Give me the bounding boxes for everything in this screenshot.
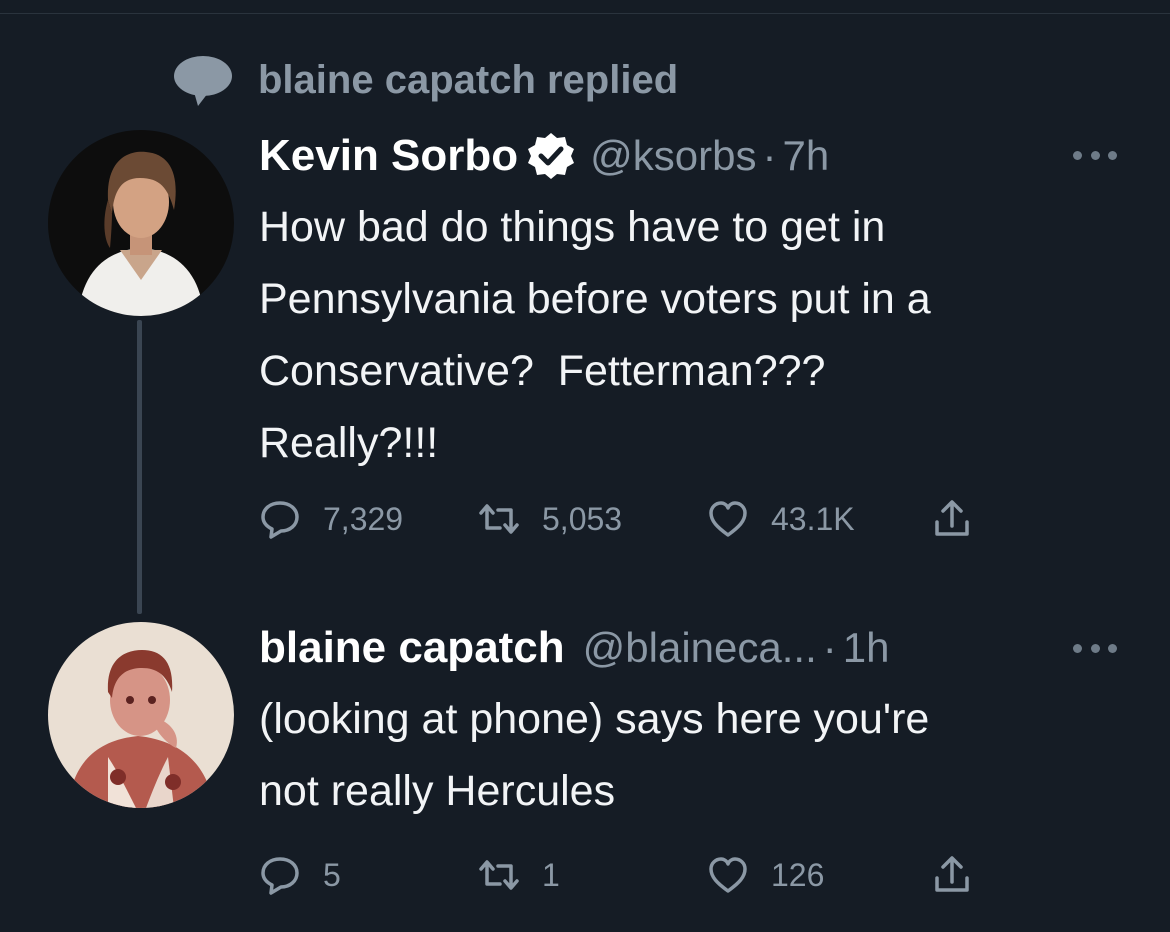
like-button[interactable]: 43.1K xyxy=(707,494,855,544)
avatar[interactable] xyxy=(48,130,234,316)
tweet-header: blaine capatch @blaineca... · 1h xyxy=(259,620,890,676)
reply-icon xyxy=(261,501,299,539)
speech-bubble-icon xyxy=(174,56,232,106)
author-name[interactable]: blaine capatch xyxy=(259,623,565,673)
reply-button[interactable]: 7,329 xyxy=(259,494,403,544)
heart-icon xyxy=(709,857,747,893)
avatar-image xyxy=(48,622,234,808)
tweet-text: How bad do things have to get in Pennsyl… xyxy=(259,203,931,467)
author-handle[interactable]: @ksorbs xyxy=(590,132,756,180)
reply-count: 7,329 xyxy=(323,500,404,537)
share-icon xyxy=(935,500,969,536)
author-handle[interactable]: @blaineca... xyxy=(583,624,817,672)
thread-line xyxy=(137,320,142,614)
verified-badge-icon xyxy=(528,133,575,179)
tweet-header: Kevin Sorbo @ksorbs · 7h xyxy=(259,128,829,184)
retweet-count: 5,053 xyxy=(542,500,623,537)
share-button[interactable] xyxy=(931,494,973,544)
tweet-time[interactable]: 1h xyxy=(843,624,890,672)
retweet-count: 1 xyxy=(542,856,560,893)
retweet-icon xyxy=(479,504,519,534)
separator-dot: · xyxy=(762,132,777,179)
context-text: blaine capatch replied xyxy=(258,58,679,102)
author-name[interactable]: Kevin Sorbo xyxy=(259,131,518,181)
like-button[interactable]: 126 xyxy=(707,850,824,900)
reply-count: 5 xyxy=(323,856,341,893)
reply-context: blaine capatch replied xyxy=(172,52,678,108)
retweet-button[interactable]: 1 xyxy=(478,850,560,900)
reply-button[interactable]: 5 xyxy=(259,850,341,900)
like-count: 126 xyxy=(771,856,825,893)
heart-icon xyxy=(709,501,747,537)
share-button[interactable] xyxy=(931,850,973,900)
retweet-icon xyxy=(479,860,519,890)
more-options-icon[interactable] xyxy=(1073,642,1117,654)
more-options-icon[interactable] xyxy=(1073,149,1117,161)
retweet-button[interactable]: 5,053 xyxy=(478,494,622,544)
separator-dot: · xyxy=(822,624,837,671)
reply-icon xyxy=(261,857,299,895)
top-divider xyxy=(0,13,1170,14)
like-count: 43.1K xyxy=(771,500,855,537)
avatar-image xyxy=(48,130,234,316)
avatar[interactable] xyxy=(48,622,234,808)
share-icon xyxy=(935,856,969,892)
tweet-text: (looking at phone) says here you're not … xyxy=(259,695,930,815)
tweet-actions: 5 1 126 xyxy=(0,850,1170,900)
tweet-time[interactable]: 7h xyxy=(783,132,830,180)
tweet-actions: 7,329 5,053 43.1K xyxy=(0,494,1170,544)
